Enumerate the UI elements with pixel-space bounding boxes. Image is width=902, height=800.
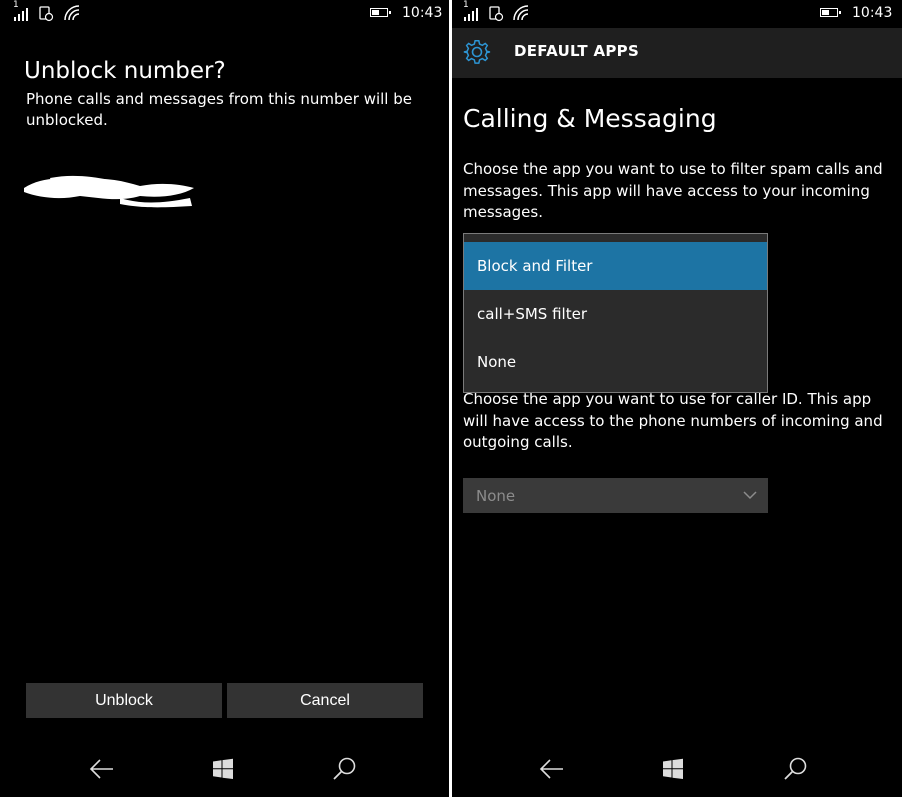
unblock-button[interactable]: Unblock (26, 683, 222, 718)
windows-logo-icon[interactable] (207, 753, 239, 785)
search-icon[interactable] (329, 753, 361, 785)
dropdown-option-call-sms-filter[interactable]: call+SMS filter (464, 290, 767, 338)
sim-label: 1 (13, 0, 19, 10)
search-icon[interactable] (780, 753, 812, 785)
spam-filter-dropdown-list[interactable]: Block and Filter call+SMS filter None (463, 233, 768, 393)
sim-status-icon (489, 6, 504, 22)
spam-filter-description: Choose the app you want to use to filter… (463, 160, 883, 221)
windows-logo-icon[interactable] (657, 753, 689, 785)
sim-status-icon (39, 6, 54, 22)
battery-icon (370, 8, 391, 17)
settings-header: DEFAULT APPS (452, 28, 902, 78)
page-title: Calling & Messaging (463, 104, 717, 133)
header-title: DEFAULT APPS (514, 42, 640, 60)
nav-bar (452, 740, 902, 797)
wifi-icon (64, 5, 80, 21)
unblock-screen: 1 10:43 Unblock number? Phone calls and … (0, 0, 449, 797)
redacted-number-scribble (24, 175, 194, 208)
dialog-title: Unblock number? (24, 58, 226, 84)
wifi-icon (513, 5, 529, 21)
caller-id-dropdown-value: None (476, 486, 516, 505)
status-bar: 1 10:43 (0, 0, 449, 28)
gear-icon (463, 40, 491, 64)
default-apps-screen: 1 10:43 DEFAULT APPS Calling & Messaging… (452, 0, 902, 797)
caller-id-description: Choose the app you want to use for calle… (463, 390, 883, 451)
dropdown-option-none[interactable]: None (464, 338, 767, 386)
clock: 10:43 (402, 5, 443, 21)
sim-label: 1 (463, 0, 469, 10)
dialog-message: Phone calls and messages from this numbe… (26, 90, 412, 129)
cancel-button[interactable]: Cancel (227, 683, 423, 718)
dropdown-option-block-and-filter[interactable]: Block and Filter (464, 242, 767, 290)
battery-icon (820, 8, 841, 17)
back-arrow-icon[interactable] (536, 753, 568, 785)
caller-id-dropdown[interactable]: None (463, 478, 768, 513)
back-arrow-icon[interactable] (86, 753, 118, 785)
chevron-down-icon (743, 491, 757, 500)
nav-bar (0, 740, 449, 797)
clock: 10:43 (852, 5, 893, 21)
status-bar: 1 10:43 (452, 0, 902, 28)
